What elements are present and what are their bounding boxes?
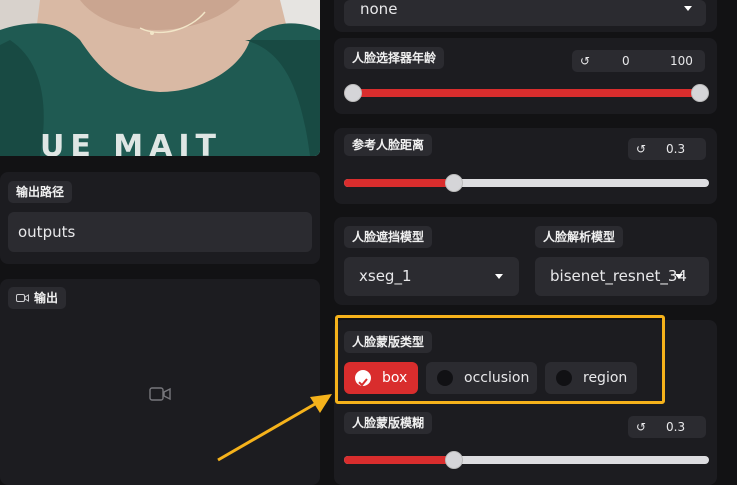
top-dropdown-panel: none (334, 0, 717, 32)
svg-text:UE MAIT: UE MAIT (40, 129, 222, 156)
output-label-chip: 输出 (8, 287, 67, 309)
face-models-panel: 人脸遮挡模型 xseg_1 人脸解析模型 bisenet_resnet_34 (334, 217, 717, 305)
reference-face-distance-label: 参考人脸距离 (344, 134, 433, 156)
face-selector-age-panel: 人脸选择器年龄 ↺ 0 100 (334, 38, 717, 114)
video-camera-icon (149, 387, 171, 401)
reset-icon[interactable]: ↺ (580, 50, 590, 72)
reset-icon[interactable]: ↺ (636, 416, 646, 438)
mask-blur-box[interactable]: ↺ 0.3 (628, 416, 706, 438)
reset-icon[interactable]: ↺ (636, 138, 646, 160)
output-path-input[interactable]: outputs (8, 212, 312, 252)
face-selector-age-label: 人脸选择器年龄 (344, 47, 445, 69)
highlight-box (335, 315, 665, 404)
mask-blur-handle[interactable] (444, 451, 463, 469)
age-slider-track[interactable] (344, 89, 700, 97)
face-mask-blur-label: 人脸蒙版模糊 (344, 412, 433, 434)
reference-distance-value[interactable]: 0.3 (666, 138, 685, 160)
age-max-handle[interactable] (691, 84, 709, 102)
mask-blur-fill (344, 456, 454, 464)
chevron-down-icon (675, 274, 683, 279)
reference-distance-handle[interactable] (444, 174, 463, 192)
chevron-down-icon (684, 6, 692, 11)
preview-photo: UE MAIT (0, 0, 320, 156)
face-occluder-model-label: 人脸遮挡模型 (344, 226, 433, 248)
top-dropdown-value: none (360, 0, 398, 18)
face-occluder-model-value: xseg_1 (359, 267, 412, 285)
face-parser-model-dropdown[interactable]: bisenet_resnet_34 (535, 257, 709, 296)
top-dropdown[interactable]: none (344, 0, 706, 26)
face-parser-model-value: bisenet_resnet_34 (550, 267, 687, 285)
age-range-box[interactable]: ↺ 0 100 (572, 50, 705, 72)
age-min-value[interactable]: 0 (622, 50, 630, 72)
reference-face-distance-panel: 参考人脸距离 ↺ 0.3 (334, 128, 717, 204)
preview-image: UE MAIT (0, 0, 320, 156)
reference-distance-box[interactable]: ↺ 0.3 (628, 138, 706, 160)
small-video-icon (16, 294, 29, 302)
output-path-label: 输出路径 (8, 181, 73, 203)
arrow-icon (217, 394, 332, 462)
age-max-value[interactable]: 100 (670, 50, 693, 72)
output-label: 输出 (34, 291, 59, 305)
face-occluder-model-dropdown[interactable]: xseg_1 (344, 257, 519, 296)
reference-distance-fill (344, 179, 454, 187)
face-parser-model-label: 人脸解析模型 (535, 226, 624, 248)
output-path-panel: 输出路径 outputs (0, 172, 320, 264)
age-min-handle[interactable] (344, 84, 362, 102)
mask-blur-value[interactable]: 0.3 (666, 416, 685, 438)
chevron-down-icon (495, 274, 503, 279)
